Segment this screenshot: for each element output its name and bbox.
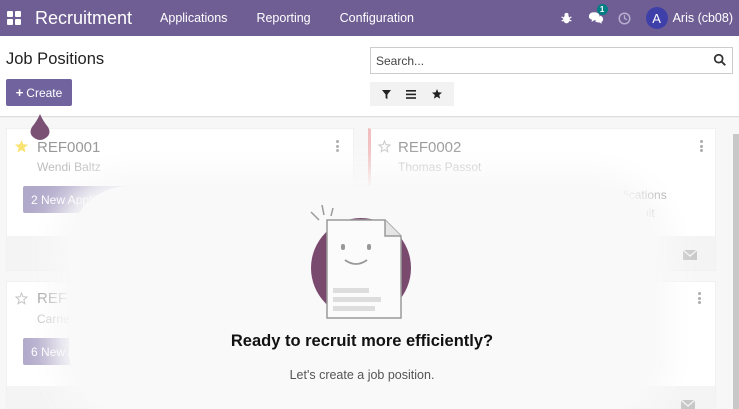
vertical-scrollbar[interactable] xyxy=(733,134,739,409)
create-label: Create xyxy=(26,85,63,100)
chat-count-badge: 1 xyxy=(596,4,608,15)
user-avatar[interactable]: A xyxy=(645,7,668,29)
top-navbar: Recruitment Applications Reporting Confi… xyxy=(0,0,739,36)
clock-icon[interactable] xyxy=(617,10,633,26)
search-placeholder: Search... xyxy=(376,53,425,68)
filter-icon[interactable] xyxy=(381,89,391,99)
helper-subtitle: Let's create a job position. xyxy=(289,368,435,382)
chat-icon[interactable]: 1 xyxy=(588,4,608,26)
app-title[interactable]: Recruitment xyxy=(35,8,132,29)
group-by-icon[interactable] xyxy=(406,89,417,99)
document-illustration-icon xyxy=(310,204,411,319)
no-content-helper: Ready to recruit more efficiently? Let's… xyxy=(69,186,655,409)
search-icon[interactable] xyxy=(713,53,727,67)
menu-reporting[interactable]: Reporting xyxy=(256,11,310,25)
create-button[interactable]: + Create xyxy=(6,79,72,106)
user-name[interactable]: Aris (cb08) xyxy=(673,11,733,25)
bug-icon[interactable] xyxy=(559,10,575,26)
helper-title: Ready to recruit more efficiently? xyxy=(230,332,494,350)
plus-icon: + xyxy=(15,85,24,100)
tour-tip-drop-icon[interactable] xyxy=(29,113,51,141)
search-options-bar xyxy=(370,82,454,106)
menu-configuration[interactable]: Configuration xyxy=(340,11,414,25)
apps-grid-icon[interactable] xyxy=(7,11,21,25)
menu-applications[interactable]: Applications xyxy=(160,11,227,25)
page-title: Job Positions xyxy=(6,50,105,68)
search-input[interactable]: Search... xyxy=(370,47,733,74)
control-panel: Job Positions + Create Search... xyxy=(0,36,739,117)
favorites-star-icon[interactable] xyxy=(432,89,443,99)
